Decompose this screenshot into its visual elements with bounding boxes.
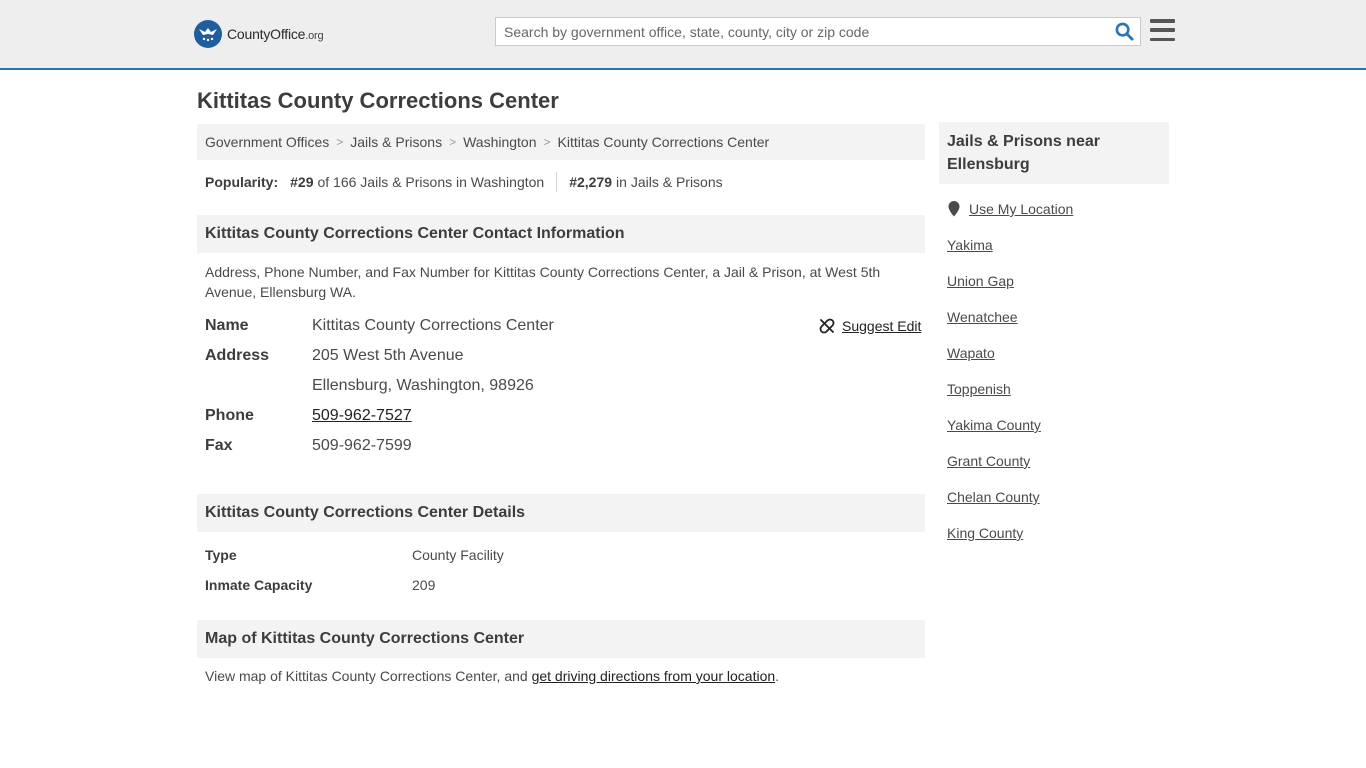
sidebar-heading: Jails & Prisons near Ellensburg [939, 122, 1169, 184]
capacity-label: Inmate Capacity [205, 577, 313, 593]
use-my-location-link[interactable]: Use My Location [969, 201, 1073, 217]
search-input[interactable] [496, 18, 1108, 45]
sidebar-link-grant-county[interactable]: Grant County [947, 453, 1030, 469]
driving-directions-link[interactable]: get driving directions from your locatio… [532, 668, 776, 684]
national-rank-text: in Jails & Prisons [616, 174, 723, 190]
fax-value: 509-962-7599 [312, 437, 412, 454]
name-label: Name [205, 317, 249, 334]
divider [556, 172, 558, 192]
breadcrumb: Government Offices > Jails & Prisons > W… [197, 124, 925, 160]
name-value: Kittitas County Corrections Center [312, 317, 554, 334]
state-rank: #29 [290, 174, 314, 190]
sidebar-link-chelan-county[interactable]: Chelan County [947, 489, 1040, 505]
sidebar-link-wapato[interactable]: Wapato [947, 345, 995, 361]
search-box [495, 17, 1141, 46]
broken-link-icon [819, 318, 835, 334]
suggest-edit[interactable]: Suggest Edit [819, 318, 921, 334]
capacity-value: 209 [412, 577, 436, 593]
suggest-edit-link[interactable]: Suggest Edit [842, 318, 921, 334]
search-icon [1115, 22, 1134, 41]
phone-label: Phone [205, 407, 254, 424]
hamburger-menu-icon[interactable] [1150, 19, 1175, 41]
breadcrumb-jails-prisons[interactable]: Jails & Prisons [350, 134, 442, 150]
state-rank-text: of 166 Jails & Prisons in Washington [317, 174, 545, 190]
top-bar: CountyOffice.org [0, 0, 1366, 70]
sidebar-link-yakima-county[interactable]: Yakima County [947, 417, 1041, 433]
chevron-right-icon: > [336, 135, 344, 149]
phone-value: 509-962-7527 [312, 407, 412, 425]
fax-label: Fax [205, 437, 233, 454]
chevron-right-icon: > [543, 135, 551, 149]
logo-text: CountyOffice.org [227, 26, 324, 42]
breadcrumb-washington[interactable]: Washington [463, 134, 536, 150]
logo-main: CountyOffice [227, 26, 306, 42]
sidebar-link-king-county[interactable]: King County [947, 525, 1023, 541]
sidebar-link-union-gap[interactable]: Union Gap [947, 273, 1014, 289]
breadcrumb-current: Kittitas County Corrections Center [557, 134, 770, 150]
phone-link[interactable]: 509-962-7527 [312, 407, 412, 424]
site-logo[interactable]: CountyOffice.org [194, 20, 324, 48]
address-line1: 205 West 5th Avenue [312, 347, 464, 364]
sidebar-link-toppenish[interactable]: Toppenish [947, 381, 1011, 397]
use-my-location[interactable]: Use My Location [948, 201, 1073, 217]
contact-description: Address, Phone Number, and Fax Number fo… [205, 264, 881, 300]
type-value: County Facility [412, 547, 504, 563]
address-line2: Ellensburg, Washington, 98926 [312, 377, 534, 394]
type-label: Type [205, 547, 237, 563]
map-text-after: . [775, 668, 780, 684]
search-button[interactable] [1108, 18, 1140, 45]
map-section-heading: Map of Kittitas County Corrections Cente… [197, 620, 925, 658]
location-pin-icon [948, 201, 960, 217]
map-text-before: View map of Kittitas County Corrections … [205, 668, 532, 684]
popularity-row: Popularity: #29 of 166 Jails & Prisons i… [205, 172, 723, 192]
page-title: Kittitas County Corrections Center [197, 88, 559, 113]
breadcrumb-government-offices[interactable]: Government Offices [205, 134, 329, 150]
eagle-icon [194, 20, 222, 48]
chevron-right-icon: > [449, 135, 457, 149]
sidebar-link-yakima[interactable]: Yakima [947, 237, 993, 253]
contact-section-heading: Kittitas County Corrections Center Conta… [197, 215, 925, 253]
details-section-heading: Kittitas County Corrections Center Detai… [197, 494, 925, 532]
map-description: View map of Kittitas County Corrections … [205, 668, 779, 684]
national-rank: #2,279 [569, 174, 613, 190]
address-label: Address [205, 347, 270, 364]
popularity-label: Popularity: [205, 174, 279, 190]
logo-tld: .org [305, 30, 324, 42]
sidebar-link-wenatchee[interactable]: Wenatchee [947, 309, 1018, 325]
